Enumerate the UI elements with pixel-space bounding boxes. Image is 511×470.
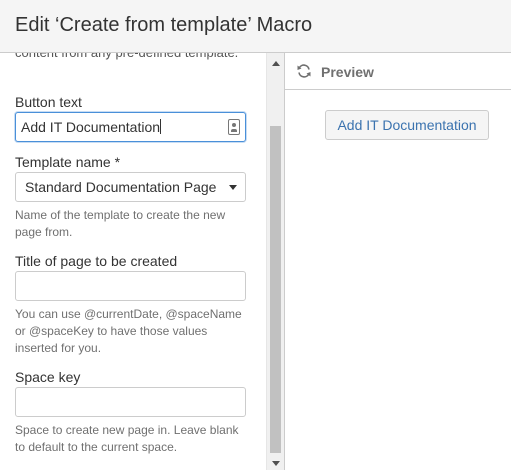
- preview-add-documentation-button[interactable]: Add IT Documentation: [325, 110, 489, 140]
- preview-label: Preview: [321, 64, 374, 80]
- chevron-down-icon: [229, 185, 237, 190]
- page-title-help: You can use @currentDate, @spaceName or …: [15, 307, 242, 355]
- space-key-input[interactable]: [15, 387, 246, 417]
- template-name-selected: Standard Documentation Page: [25, 179, 217, 195]
- scroll-down-icon[interactable]: [272, 461, 280, 466]
- space-key-help: Space to create new page in. Leave blank…: [15, 423, 239, 454]
- space-key-label: Space key: [15, 369, 81, 385]
- scroll-thumb[interactable]: [270, 126, 281, 453]
- button-text-label: Button text: [15, 94, 82, 110]
- button-text-value: Add IT Documentation: [21, 119, 162, 135]
- page-title-input[interactable]: [15, 271, 246, 301]
- button-text-input[interactable]: Add IT Documentation: [15, 112, 246, 142]
- template-name-help: Name of the template to create the new p…: [15, 208, 226, 239]
- macro-form-panel: content from any pre-defined template. B…: [0, 53, 266, 470]
- text-caret: [160, 119, 162, 134]
- preview-bar: Preview: [285, 53, 511, 90]
- template-name-label: Template name *: [15, 154, 121, 170]
- macro-description: content from any pre-defined template.: [15, 53, 240, 62]
- scroll-up-icon[interactable]: [272, 61, 280, 66]
- contact-card-icon[interactable]: [228, 119, 240, 135]
- template-name-select[interactable]: Standard Documentation Page: [15, 172, 246, 202]
- preview-panel: Preview Add IT Documentation: [284, 53, 511, 470]
- page-title-label: Title of page to be created: [15, 253, 178, 269]
- refresh-icon[interactable]: [296, 63, 312, 79]
- form-scrollbar[interactable]: [266, 53, 284, 470]
- dialog-title: Edit ‘Create from template’ Macro: [15, 14, 313, 36]
- dialog-header: Edit ‘Create from template’ Macro: [0, 0, 511, 53]
